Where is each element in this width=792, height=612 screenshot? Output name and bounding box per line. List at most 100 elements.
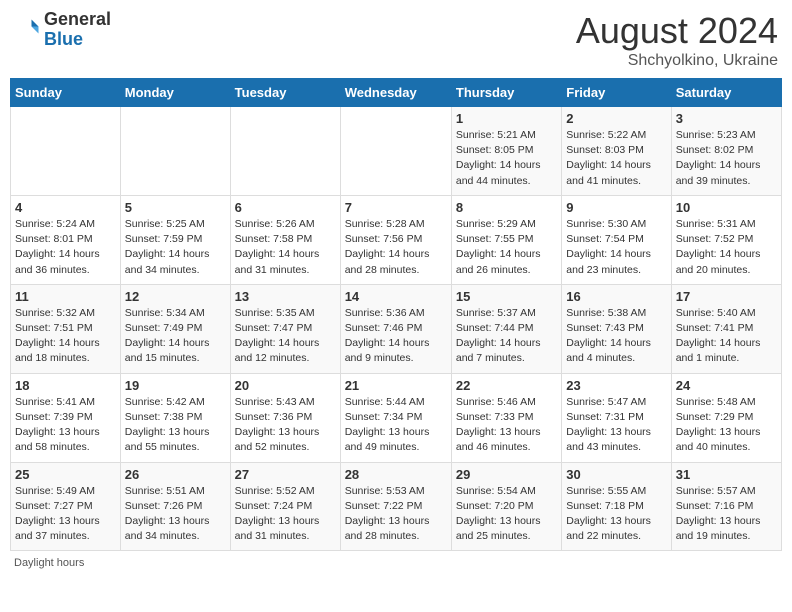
day-info: Sunrise: 5:57 AM Sunset: 7:16 PM Dayligh…: [676, 484, 777, 545]
calendar-week-row: 18Sunrise: 5:41 AM Sunset: 7:39 PM Dayli…: [11, 373, 782, 462]
day-number: 18: [15, 378, 116, 393]
calendar-cell: 14Sunrise: 5:36 AM Sunset: 7:46 PM Dayli…: [340, 284, 451, 373]
logo-general: General: [44, 10, 111, 30]
day-number: 19: [125, 378, 226, 393]
page-header: General Blue August 2024 Shchyolkino, Uk…: [10, 10, 782, 70]
day-info: Sunrise: 5:43 AM Sunset: 7:36 PM Dayligh…: [235, 395, 336, 456]
daylight-hours-label: Daylight hours: [14, 557, 84, 569]
logo-icon: [14, 16, 42, 44]
calendar-cell: 18Sunrise: 5:41 AM Sunset: 7:39 PM Dayli…: [11, 373, 121, 462]
location-subtitle: Shchyolkino, Ukraine: [576, 52, 778, 70]
day-info: Sunrise: 5:37 AM Sunset: 7:44 PM Dayligh…: [456, 306, 557, 367]
day-number: 11: [15, 289, 116, 304]
calendar-cell: 16Sunrise: 5:38 AM Sunset: 7:43 PM Dayli…: [562, 284, 671, 373]
calendar-cell: 17Sunrise: 5:40 AM Sunset: 7:41 PM Dayli…: [671, 284, 781, 373]
day-info: Sunrise: 5:42 AM Sunset: 7:38 PM Dayligh…: [125, 395, 226, 456]
day-number: 29: [456, 467, 557, 482]
day-info: Sunrise: 5:35 AM Sunset: 7:47 PM Dayligh…: [235, 306, 336, 367]
day-number: 1: [456, 111, 557, 126]
weekday-header-monday: Monday: [120, 79, 230, 107]
day-info: Sunrise: 5:53 AM Sunset: 7:22 PM Dayligh…: [345, 484, 447, 545]
day-info: Sunrise: 5:36 AM Sunset: 7:46 PM Dayligh…: [345, 306, 447, 367]
day-info: Sunrise: 5:32 AM Sunset: 7:51 PM Dayligh…: [15, 306, 116, 367]
calendar-cell: 31 Sunrise: 5:57 AM Sunset: 7:16 PM Dayli…: [671, 462, 781, 551]
day-info: Sunrise: 5:49 AM Sunset: 7:27 PM Dayligh…: [15, 484, 116, 545]
day-info: Sunrise: 5:25 AM Sunset: 7:59 PM Dayligh…: [125, 217, 226, 278]
title-block: August 2024 Shchyolkino, Ukraine: [576, 10, 778, 70]
calendar-cell: 27Sunrise: 5:52 AM Sunset: 7:24 PM Dayli…: [230, 462, 340, 551]
day-info: Sunrise: 5:34 AM Sunset: 7:49 PM Dayligh…: [125, 306, 226, 367]
day-number: 3: [676, 111, 777, 126]
calendar-cell: 12 Sunrise: 5:34 AM Sunset: 7:49 PM Dayli…: [120, 284, 230, 373]
day-info: Sunrise: 5:55 AM Sunset: 7:18 PM Dayligh…: [566, 484, 666, 545]
calendar-cell: 1 Sunrise: 5:21 AM Sunset: 8:05 PM Daylig…: [451, 107, 561, 196]
day-info: Sunrise: 5:51 AM Sunset: 7:26 PM Dayligh…: [125, 484, 226, 545]
day-number: 26: [125, 467, 226, 482]
logo-blue: Blue: [44, 30, 111, 50]
calendar-table: SundayMondayTuesdayWednesdayThursdayFrid…: [10, 78, 782, 551]
calendar-cell: 11 Sunrise: 5:32 AM Sunset: 7:51 PM Dayli…: [11, 284, 121, 373]
calendar-cell: 25Sunrise: 5:49 AM Sunset: 7:27 PM Dayli…: [11, 462, 121, 551]
calendar-cell: [120, 107, 230, 196]
calendar-cell: 23 Sunrise: 5:47 AM Sunset: 7:31 PM Dayli…: [562, 373, 671, 462]
calendar-cell: 20 Sunrise: 5:43 AM Sunset: 7:36 PM Dayli…: [230, 373, 340, 462]
calendar-cell: 21 Sunrise: 5:44 AM Sunset: 7:34 PM Dayli…: [340, 373, 451, 462]
calendar-cell: 4 Sunrise: 5:24 AM Sunset: 8:01 PM Daylig…: [11, 195, 121, 284]
day-number: 27: [235, 467, 336, 482]
day-number: 12: [125, 289, 226, 304]
day-info: Sunrise: 5:24 AM Sunset: 8:01 PM Dayligh…: [15, 217, 116, 278]
month-year-title: August 2024: [576, 10, 778, 52]
calendar-cell: 7 Sunrise: 5:28 AM Sunset: 7:56 PM Daylig…: [340, 195, 451, 284]
day-number: 4: [15, 200, 116, 215]
day-number: 8: [456, 200, 557, 215]
calendar-cell: 2Sunrise: 5:22 AM Sunset: 8:03 PM Daylig…: [562, 107, 671, 196]
calendar-cell: 9Sunrise: 5:30 AM Sunset: 7:54 PM Daylig…: [562, 195, 671, 284]
day-info: Sunrise: 5:44 AM Sunset: 7:34 PM Dayligh…: [345, 395, 447, 456]
day-number: 28: [345, 467, 447, 482]
weekday-header-saturday: Saturday: [671, 79, 781, 107]
day-info: Sunrise: 5:28 AM Sunset: 7:56 PM Dayligh…: [345, 217, 447, 278]
calendar-week-row: 1 Sunrise: 5:21 AM Sunset: 8:05 PM Daylig…: [11, 107, 782, 196]
day-number: 9: [566, 200, 666, 215]
day-number: 10: [676, 200, 777, 215]
calendar-cell: 6Sunrise: 5:26 AM Sunset: 7:58 PM Daylig…: [230, 195, 340, 284]
day-number: 15: [456, 289, 557, 304]
day-number: 21: [345, 378, 447, 393]
calendar-cell: 22Sunrise: 5:46 AM Sunset: 7:33 PM Dayli…: [451, 373, 561, 462]
calendar-cell: 28 Sunrise: 5:53 AM Sunset: 7:22 PM Dayli…: [340, 462, 451, 551]
logo-text: General Blue: [44, 10, 111, 50]
day-info: Sunrise: 5:48 AM Sunset: 7:29 PM Dayligh…: [676, 395, 777, 456]
calendar-cell: 13 Sunrise: 5:35 AM Sunset: 7:47 PM Dayli…: [230, 284, 340, 373]
day-number: 6: [235, 200, 336, 215]
day-info: Sunrise: 5:54 AM Sunset: 7:20 PM Dayligh…: [456, 484, 557, 545]
calendar-cell: 3 Sunrise: 5:23 AM Sunset: 8:02 PM Daylig…: [671, 107, 781, 196]
day-number: 30: [566, 467, 666, 482]
calendar-cell: 30 Sunrise: 5:55 AM Sunset: 7:18 PM Dayli…: [562, 462, 671, 551]
day-number: 22: [456, 378, 557, 393]
day-info: Sunrise: 5:29 AM Sunset: 7:55 PM Dayligh…: [456, 217, 557, 278]
day-number: 13: [235, 289, 336, 304]
calendar-header-row: SundayMondayTuesdayWednesdayThursdayFrid…: [11, 79, 782, 107]
weekday-header-friday: Friday: [562, 79, 671, 107]
day-info: Sunrise: 5:38 AM Sunset: 7:43 PM Dayligh…: [566, 306, 666, 367]
day-number: 23: [566, 378, 666, 393]
day-number: 20: [235, 378, 336, 393]
calendar-cell: [11, 107, 121, 196]
day-number: 7: [345, 200, 447, 215]
day-info: Sunrise: 5:21 AM Sunset: 8:05 PM Dayligh…: [456, 128, 557, 189]
weekday-header-thursday: Thursday: [451, 79, 561, 107]
calendar-cell: 15 Sunrise: 5:37 AM Sunset: 7:44 PM Dayli…: [451, 284, 561, 373]
day-number: 31: [676, 467, 777, 482]
day-number: 5: [125, 200, 226, 215]
calendar-cell: [340, 107, 451, 196]
calendar-cell: 10Sunrise: 5:31 AM Sunset: 7:52 PM Dayli…: [671, 195, 781, 284]
calendar-week-row: 4 Sunrise: 5:24 AM Sunset: 8:01 PM Daylig…: [11, 195, 782, 284]
day-number: 2: [566, 111, 666, 126]
day-info: Sunrise: 5:23 AM Sunset: 8:02 PM Dayligh…: [676, 128, 777, 189]
day-info: Sunrise: 5:47 AM Sunset: 7:31 PM Dayligh…: [566, 395, 666, 456]
calendar-cell: 8 Sunrise: 5:29 AM Sunset: 7:55 PM Daylig…: [451, 195, 561, 284]
weekday-header-tuesday: Tuesday: [230, 79, 340, 107]
weekday-header-wednesday: Wednesday: [340, 79, 451, 107]
calendar-cell: 5 Sunrise: 5:25 AM Sunset: 7:59 PM Daylig…: [120, 195, 230, 284]
logo: General Blue: [14, 10, 111, 50]
